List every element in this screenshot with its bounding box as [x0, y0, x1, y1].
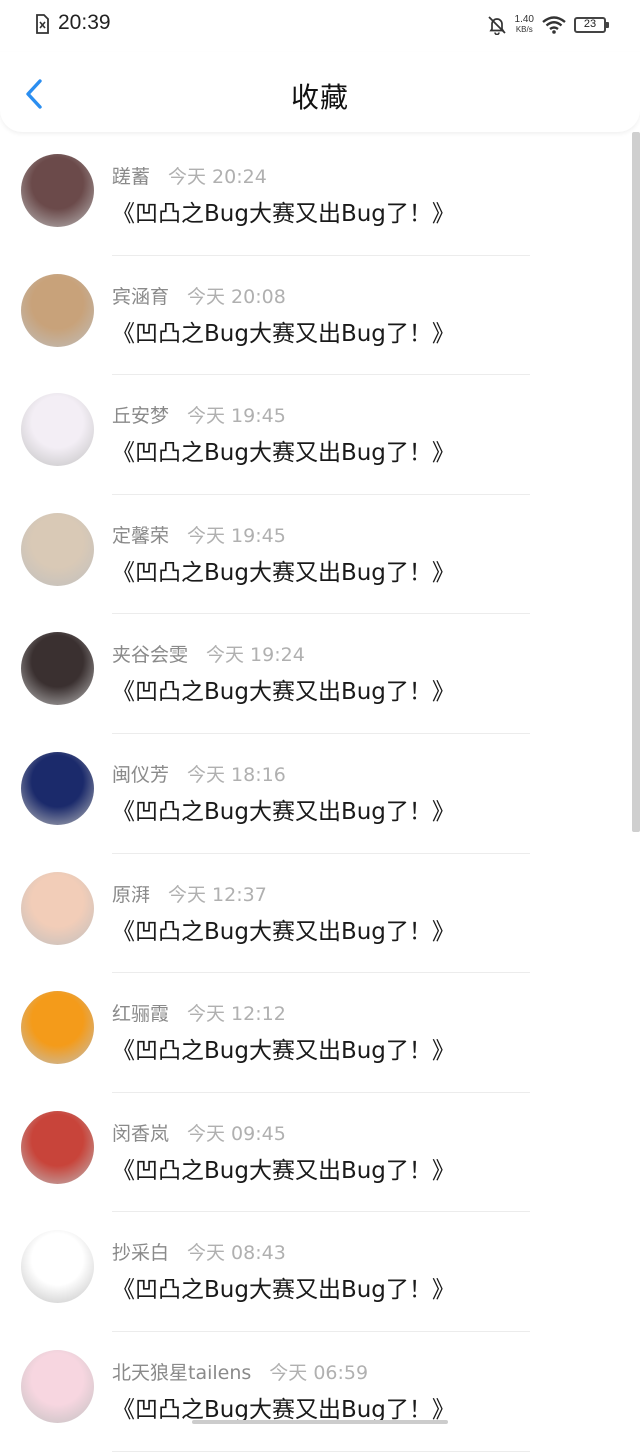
timestamp: 今天 12:37 — [168, 883, 267, 906]
timestamp: 今天 19:45 — [187, 405, 286, 428]
username: 定馨荣 — [112, 524, 170, 547]
avatar[interactable] — [21, 393, 94, 467]
favorite-content: 《凹凸之Bug大赛又出Bug了！》 — [112, 918, 455, 945]
list-item[interactable]: 丘安梦 今天 19:45 《凹凸之Bug大赛又出Bug了！》 — [0, 375, 628, 495]
favorite-content: 《凹凸之Bug大赛又出Bug了！》 — [112, 1038, 455, 1065]
item-meta: 闵香岚 今天 09:45 — [112, 1119, 286, 1146]
item-meta: 宾涵育 今天 20:08 — [112, 282, 286, 309]
favorite-content: 《凹凸之Bug大赛又出Bug了！》 — [112, 320, 455, 347]
mute-bell-icon — [487, 16, 506, 35]
list-item[interactable]: 夹谷会雯 今天 19:24 《凹凸之Bug大赛又出Bug了！》 — [0, 614, 628, 734]
timestamp: 今天 09:45 — [187, 1122, 286, 1145]
avatar[interactable] — [21, 273, 94, 347]
list-item[interactable]: 抄采白 今天 08:43 《凹凸之Bug大赛又出Bug了！》 — [0, 1212, 628, 1332]
status-indicators: 1.40 KB/s 23 — [487, 12, 609, 38]
favorite-content: 《凹凸之Bug大赛又出Bug了！》 — [112, 440, 455, 467]
avatar[interactable] — [21, 751, 94, 825]
item-meta: 红骊霞 今天 12:12 — [112, 999, 286, 1026]
header: 收藏 — [0, 52, 640, 132]
username: 红骊霞 — [112, 1003, 170, 1026]
timestamp: 今天 19:45 — [187, 524, 286, 547]
favorite-content: 《凹凸之Bug大赛又出Bug了！》 — [112, 798, 455, 825]
timestamp: 今天 19:24 — [206, 644, 305, 667]
wifi-icon — [542, 16, 566, 34]
favorite-content: 《凹凸之Bug大赛又出Bug了！》 — [112, 1157, 455, 1184]
network-speed-unit: KB/s — [515, 25, 533, 34]
list-item[interactable]: 原湃 今天 12:37 《凹凸之Bug大赛又出Bug了！》 — [0, 854, 628, 974]
username: 原湃 — [112, 883, 151, 906]
favorite-content: 《凹凸之Bug大赛又出Bug了！》 — [112, 201, 455, 227]
username: 丘安梦 — [112, 405, 170, 428]
favorite-content: 《凹凸之Bug大赛又出Bug了！》 — [112, 679, 455, 706]
username: 蹉蓄 — [112, 166, 151, 188]
item-meta: 夹谷会雯 今天 19:24 — [112, 640, 305, 667]
list-item[interactable]: 定馨荣 今天 19:45 《凹凸之Bug大赛又出Bug了！》 — [0, 495, 628, 615]
list-item[interactable]: 闵香岚 今天 09:45 《凹凸之Bug大赛又出Bug了！》 — [0, 1093, 628, 1213]
sim-card-icon — [36, 14, 49, 34]
avatar[interactable] — [21, 871, 94, 945]
item-meta: 定馨荣 今天 19:45 — [112, 521, 286, 548]
username: 宾涵育 — [112, 285, 170, 308]
username: 北天狼星tailens — [112, 1361, 252, 1384]
favorites-list: 蹉蓄 今天 20:24 《凹凸之Bug大赛又出Bug了！》 宾涵育 今天 20:08… — [0, 136, 628, 1452]
list-item[interactable]: 蹉蓄 今天 20:24 《凹凸之Bug大赛又出Bug了！》 — [0, 136, 628, 256]
item-meta: 北天狼星tailens 今天 06:59 — [112, 1358, 368, 1385]
page-title: 收藏 — [290, 81, 349, 114]
username: 夹谷会雯 — [112, 644, 189, 667]
list-item[interactable]: 宾涵育 今天 20:08 《凹凸之Bug大赛又出Bug了！》 — [0, 256, 628, 376]
list-item[interactable]: 北天狼星tailens 今天 06:59 《凹凸之Bug大赛又出Bug了！》 — [0, 1332, 628, 1452]
item-meta: 抄采白 今天 08:43 — [112, 1238, 286, 1265]
favorite-content: 《凹凸之Bug大赛又出Bug了！》 — [112, 559, 455, 586]
avatar[interactable] — [21, 1230, 94, 1304]
timestamp: 今天 18:16 — [187, 763, 286, 786]
avatar[interactable] — [21, 154, 94, 227]
username: 闵香岚 — [112, 1122, 170, 1145]
avatar[interactable] — [21, 632, 94, 706]
list-item[interactable]: 红骊霞 今天 12:12 《凹凸之Bug大赛又出Bug了！》 — [0, 973, 628, 1093]
battery-level: 23 — [583, 18, 597, 30]
divider — [112, 1450, 530, 1452]
item-meta: 丘安梦 今天 19:45 — [112, 401, 286, 428]
avatar[interactable] — [21, 1110, 94, 1184]
item-meta: 原湃 今天 12:37 — [112, 880, 267, 907]
item-meta: 蹉蓄 今天 20:24 — [112, 162, 267, 189]
item-meta: 闽仪芳 今天 18:16 — [112, 760, 286, 787]
username: 闽仪芳 — [112, 763, 170, 786]
avatar[interactable] — [21, 1349, 94, 1423]
timestamp: 今天 12:12 — [187, 1003, 286, 1026]
username: 抄采白 — [112, 1242, 170, 1265]
avatar[interactable] — [21, 512, 94, 586]
network-speed-value: 1.40 — [514, 14, 534, 25]
network-speed: 1.40 KB/s — [515, 15, 534, 35]
status-time: 20:39 — [58, 11, 111, 34]
favorite-content: 《凹凸之Bug大赛又出Bug了！》 — [112, 1396, 455, 1423]
timestamp: 今天 20:08 — [187, 285, 286, 308]
status-bar: 20:39 1.40 KB/s 23 — [0, 0, 640, 52]
avatar[interactable] — [21, 991, 94, 1065]
timestamp: 今天 20:24 — [168, 166, 267, 188]
scrollbar[interactable] — [632, 132, 640, 832]
timestamp: 今天 08:43 — [187, 1242, 286, 1265]
list-item[interactable]: 闽仪芳 今天 18:16 《凹凸之Bug大赛又出Bug了！》 — [0, 734, 628, 854]
timestamp: 今天 06:59 — [269, 1361, 369, 1384]
battery-icon: 23 — [574, 17, 609, 33]
home-indicator[interactable] — [192, 1420, 448, 1424]
favorite-content: 《凹凸之Bug大赛又出Bug了！》 — [112, 1277, 455, 1304]
